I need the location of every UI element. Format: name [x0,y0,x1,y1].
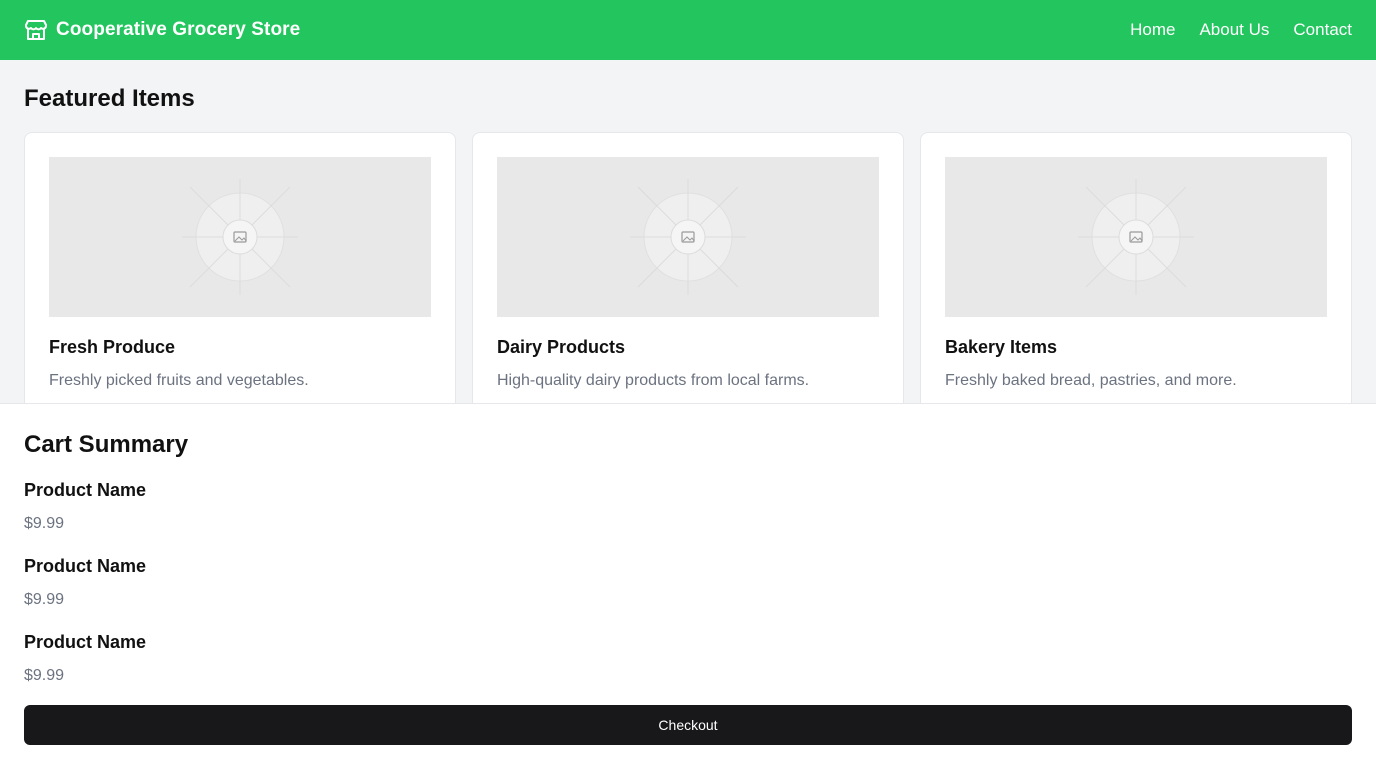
main-nav: Home About Us Contact [1130,20,1352,40]
cart-summary-panel: Cart Summary Product Name $9.99 Product … [0,403,1376,768]
nav-link-about-us[interactable]: About Us [1199,20,1269,40]
cart-item-price: $9.99 [24,667,65,684]
card-title: Fresh Produce [49,337,176,357]
image-placeholder-icon [497,157,879,317]
cart-item-name: Product Name [24,632,147,652]
cart-item: Product Name $9.99 [24,556,146,609]
product-card-fresh-produce[interactable]: Fresh Produce Freshly picked fruits and … [24,132,456,422]
card-title: Bakery Items [945,337,1058,357]
top-navbar: Cooperative Grocery Store Home About Us … [0,0,1376,60]
nav-link-home[interactable]: Home [1130,20,1175,40]
nav-link-contact[interactable]: Contact [1293,20,1352,40]
cart-item-price: $9.99 [24,515,65,532]
cart-item: Product Name $9.99 [24,632,146,685]
checkout-button[interactable]: Checkout [24,705,1352,745]
cart-item-price: $9.99 [24,591,65,608]
featured-items-heading: Featured Items [24,85,195,112]
card-description: Freshly picked fruits and vegetables. [49,372,309,389]
featured-items-grid: Fresh Produce Freshly picked fruits and … [24,132,1352,422]
cart-summary-heading: Cart Summary [24,431,189,458]
brand-name: Cooperative Grocery Store [56,19,301,40]
cart-item: Product Name $9.99 [24,480,146,533]
product-card-bakery-items[interactable]: Bakery Items Freshly baked bread, pastri… [920,132,1352,422]
card-title: Dairy Products [497,337,626,357]
image-placeholder-icon [945,157,1327,317]
product-card-dairy-products[interactable]: Dairy Products High-quality dairy produc… [472,132,904,422]
cart-item-name: Product Name [24,480,147,500]
image-placeholder-icon [49,157,431,317]
card-description: Freshly baked bread, pastries, and more. [945,372,1237,389]
brand[interactable]: Cooperative Grocery Store [24,18,300,42]
store-icon [24,18,48,42]
card-description: High-quality dairy products from local f… [497,372,810,389]
cart-item-name: Product Name [24,556,147,576]
